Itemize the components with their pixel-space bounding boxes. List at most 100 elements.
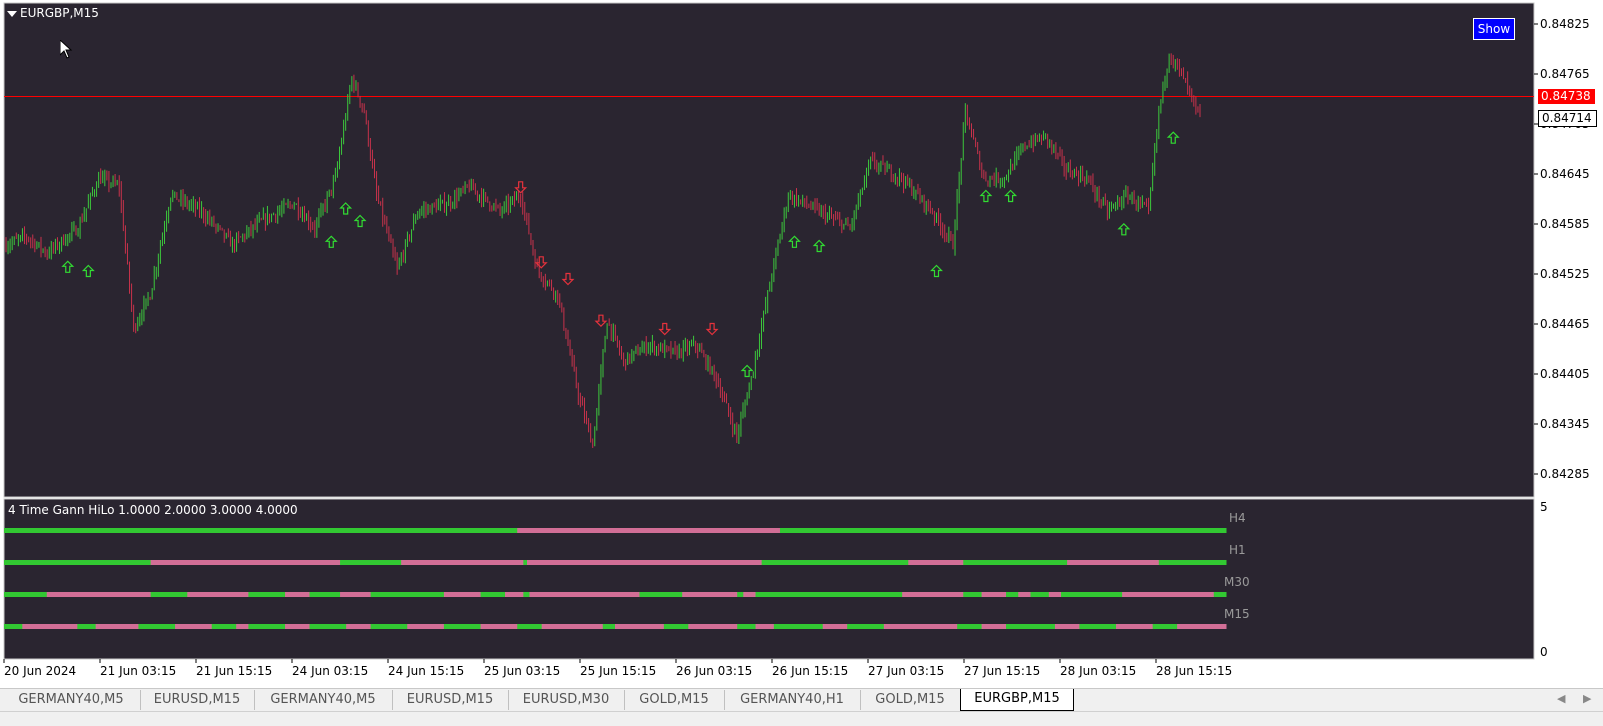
time-label: 26 Jun 03:15: [676, 664, 753, 678]
hilo-segment: [1030, 592, 1050, 597]
chart-tab[interactable]: GOLD,M15: [624, 690, 725, 710]
status-bar: [0, 711, 1603, 726]
show-button[interactable]: Show: [1473, 18, 1515, 40]
hilo-segment: [602, 624, 616, 629]
time-label: 27 Jun 03:15: [868, 664, 945, 678]
timeframe-label: M15: [1224, 607, 1250, 621]
hilo-segment: [236, 624, 249, 629]
indicator-pane: [3, 498, 1535, 660]
hilo-segment: [370, 592, 445, 597]
hilo-segment: [743, 592, 757, 597]
hilo-segment: [908, 560, 964, 565]
hilo-segment: [407, 624, 445, 629]
hilo-segment: [779, 528, 1227, 533]
hilo-segment: [370, 624, 408, 629]
chart-tab[interactable]: GERMANY40,M5: [254, 690, 393, 710]
hilo-segment: [1061, 592, 1123, 597]
chart-tab[interactable]: GERMANY40,M5: [2, 690, 141, 710]
hilo-segment: [688, 624, 738, 629]
price-level-label: 0.84465: [1540, 317, 1590, 331]
hilo-segment: [4, 560, 152, 565]
hilo-segment: [761, 560, 909, 565]
price-level-label: 0.84285: [1540, 467, 1590, 481]
tab-next-icon[interactable]: ▶: [1583, 692, 1591, 705]
hilo-segment: [737, 624, 757, 629]
mouse-cursor-icon: [60, 40, 73, 59]
hilo-segment: [737, 592, 744, 597]
time-label: 28 Jun 15:15: [1156, 664, 1233, 678]
hilo-segment: [480, 624, 518, 629]
time-label: 25 Jun 15:15: [580, 664, 657, 678]
hilo-segment: [847, 624, 885, 629]
time-label: 25 Jun 03:15: [484, 664, 561, 678]
hilo-segment: [46, 592, 152, 597]
hilo-segment: [443, 592, 482, 597]
hilo-segment: [346, 624, 372, 629]
hilo-segment: [773, 624, 824, 629]
hilo-segment: [1177, 624, 1227, 629]
chart-tab[interactable]: GOLD,M15: [860, 690, 961, 710]
hilo-segment: [981, 592, 1007, 597]
time-label: 20 Jun 2024: [4, 664, 77, 678]
hilo-segment: [523, 592, 530, 597]
chart-canvas[interactable]: [0, 0, 1603, 686]
hilo-segment: [4, 592, 48, 597]
hilo-segment: [77, 624, 97, 629]
hilo-segment: [1054, 624, 1080, 629]
time-label: 24 Jun 15:15: [388, 664, 465, 678]
indicator-title: 4 Time Gann HiLo 1.0000 2.0000 3.0000 4.…: [8, 503, 298, 517]
hilo-segment: [4, 624, 23, 629]
hilo-segment: [682, 592, 738, 597]
hilo-segment: [541, 624, 604, 629]
bid-price-label: 0.84714: [1538, 110, 1597, 127]
timeframe-label: H1: [1229, 543, 1246, 557]
main-pane: [3, 2, 1535, 498]
hilo-segment: [663, 624, 689, 629]
price-level-label: 0.84585: [1540, 217, 1590, 231]
hilo-segment: [248, 624, 286, 629]
hilo-segment: [340, 592, 372, 597]
current-price-label: 0.84738: [1538, 89, 1595, 104]
chart-tab[interactable]: EURGBP,M15: [960, 689, 1074, 711]
chart-tab[interactable]: EURUSD,M15: [392, 690, 509, 710]
price-level-label: 0.84345: [1540, 417, 1590, 431]
hilo-segment: [138, 624, 176, 629]
hilo-segment: [1006, 624, 1056, 629]
hilo-segment: [639, 592, 683, 597]
hilo-segment: [902, 592, 964, 597]
hilo-segment: [150, 560, 341, 565]
chart-tab-bar: GERMANY40,M5 EURUSD,M15 GERMANY40,M5 EURUSD…: [0, 688, 1603, 711]
hilo-segment: [755, 624, 775, 629]
hilo-segment: [963, 592, 983, 597]
time-label: 28 Jun 03:15: [1060, 664, 1137, 678]
hilo-segment: [1048, 592, 1062, 597]
chart-tab[interactable]: EURUSD,M15: [140, 690, 255, 710]
hilo-segment: [1122, 592, 1215, 597]
hilo-segment: [822, 624, 848, 629]
timeframe-label: M30: [1224, 575, 1250, 589]
hilo-segment: [1079, 624, 1117, 629]
tab-prev-icon[interactable]: ◀: [1557, 692, 1565, 705]
chart-tab[interactable]: GERMANY40,H1: [724, 690, 861, 710]
price-level-label: 0.84645: [1540, 167, 1590, 181]
hilo-segment: [401, 560, 524, 565]
hilo-segment: [981, 624, 1007, 629]
chart-window[interactable]: EURGBP,M15 Show 0.848250.847650.847050.8…: [0, 0, 1603, 686]
hilo-segment: [1116, 624, 1154, 629]
hilo-segment: [1006, 592, 1019, 597]
chart-menu-arrow-icon[interactable]: [7, 11, 17, 17]
hilo-segment: [1067, 560, 1160, 565]
time-label: 27 Jun 15:15: [964, 664, 1041, 678]
hilo-segment: [1158, 560, 1227, 565]
time-label: 21 Jun 03:15: [100, 664, 177, 678]
hilo-segment: [309, 592, 341, 597]
time-label: 24 Jun 03:15: [292, 664, 369, 678]
time-label: 26 Jun 15:15: [772, 664, 849, 678]
chart-tab[interactable]: EURUSD,M30: [508, 690, 625, 710]
time-label: 21 Jun 15:15: [196, 664, 273, 678]
hilo-segment: [211, 624, 237, 629]
hilo-segment: [517, 528, 781, 533]
hilo-segment: [883, 624, 958, 629]
hilo-segment: [957, 624, 983, 629]
hilo-segment: [309, 624, 347, 629]
